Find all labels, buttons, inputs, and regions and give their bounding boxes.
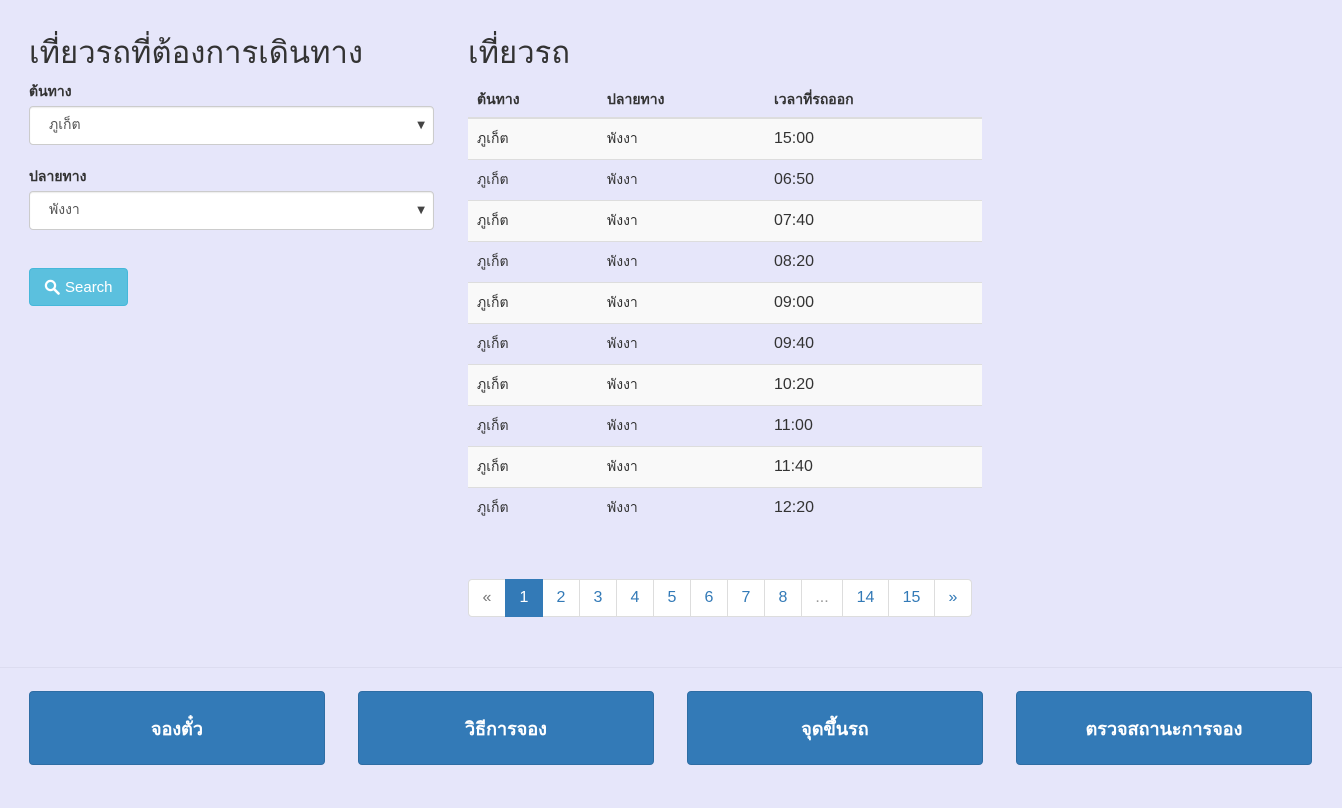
cell-departure-time: 06:50: [765, 158, 982, 200]
cell-origin: ภูเก็ต: [468, 445, 598, 487]
cell-destination: พังงา: [598, 363, 765, 405]
table-row: ภูเก็ต พังงา 09:00: [468, 281, 982, 323]
chevron-down-icon: ▼: [417, 120, 425, 131]
pagination-page-14[interactable]: 14: [842, 579, 889, 617]
trips-table: ต้นทาง ปลายทาง เวลาที่รถออก ภูเก็ต พังงา…: [468, 82, 982, 528]
cell-departure-time: 09:40: [765, 322, 982, 364]
column-header-origin: ต้นทาง: [468, 82, 598, 119]
cell-departure-time: 11:00: [765, 404, 982, 446]
pickup-points-button[interactable]: จุดขึ้นรถ: [687, 691, 983, 765]
table-row: ภูเก็ต พังงา 09:40: [468, 322, 982, 364]
cell-origin: ภูเก็ต: [468, 240, 598, 282]
cell-destination: พังงา: [598, 158, 765, 200]
table-row: ภูเก็ต พังงา 08:20: [468, 240, 982, 282]
search-form: เที่ยวรถที่ต้องการเดินทาง ต้นทาง ภูเก็ต …: [29, 30, 434, 306]
table-row: ภูเก็ต พังงา 12:20: [468, 486, 982, 528]
cell-destination: พังงา: [598, 445, 765, 487]
cell-origin: ภูเก็ต: [468, 281, 598, 323]
table-row: ภูเก็ต พังงา 06:50: [468, 158, 982, 200]
book-ticket-button[interactable]: จองตั๋ว: [29, 691, 325, 765]
pagination-prev-button[interactable]: «: [468, 579, 506, 617]
chevron-down-icon: ▼: [417, 205, 425, 216]
cell-origin: ภูเก็ต: [468, 199, 598, 241]
destination-select-value: พังงา: [49, 202, 80, 218]
cell-destination: พังงา: [607, 130, 638, 147]
pagination-page-15[interactable]: 15: [888, 579, 935, 617]
cell-destination: พังงา: [598, 199, 765, 241]
pagination-page-1[interactable]: 1: [505, 579, 543, 617]
table-row: ภูเก็ต พังงา 10:20: [468, 363, 982, 405]
cell-destination: พังงา: [598, 322, 765, 364]
table-row: ภูเก็ต พังงา 15:00: [468, 118, 982, 159]
destination-select[interactable]: พังงา ▼: [29, 191, 434, 230]
pagination-page-2[interactable]: 2: [542, 579, 580, 617]
cell-destination: พังงา: [598, 404, 765, 446]
table-header-row: ต้นทาง ปลายทาง เวลาที่รถออก: [468, 82, 982, 119]
cell-departure-time: 15:00: [774, 129, 815, 147]
search-icon: [44, 279, 60, 295]
pagination-page-5[interactable]: 5: [653, 579, 691, 617]
trips-title: เที่ยวรถ: [468, 35, 571, 71]
destination-label: ปลายทาง: [29, 169, 87, 185]
origin-select[interactable]: ภูเก็ต ▼: [29, 106, 434, 145]
pagination-page-3[interactable]: 3: [579, 579, 617, 617]
check-booking-status-button[interactable]: ตรวจสถานะการจอง: [1016, 691, 1312, 765]
pagination-page-8[interactable]: 8: [764, 579, 802, 617]
search-heading: เที่ยวรถที่ต้องการเดินทาง: [29, 35, 364, 71]
column-header-departure-time: เวลาที่รถออก: [765, 82, 982, 119]
cell-destination: พังงา: [598, 486, 765, 528]
search-button[interactable]: Search: [29, 268, 128, 306]
page: เที่ยวรถที่ต้องการเดินทาง ต้นทาง ภูเก็ต …: [0, 0, 1342, 808]
cell-departure-time: 10:20: [765, 363, 982, 405]
pagination-next-button[interactable]: »: [934, 579, 972, 617]
cell-departure-time: 11:40: [765, 445, 982, 487]
cell-origin: ภูเก็ต: [477, 130, 509, 147]
pagination-ellipsis: ...: [801, 579, 843, 617]
table-row: ภูเก็ต พังงา 11:00: [468, 404, 982, 446]
table-row: ภูเก็ต พังงา 11:40: [468, 445, 982, 487]
pagination-page-4[interactable]: 4: [616, 579, 654, 617]
table-row: ภูเก็ต พังงา 07:40: [468, 199, 982, 241]
cell-origin: ภูเก็ต: [468, 404, 598, 446]
cell-departure-time: 12:20: [765, 486, 982, 528]
cell-destination: พังงา: [598, 240, 765, 282]
pagination-page-6[interactable]: 6: [690, 579, 728, 617]
pagination: « 1 2 3 4 5 6 7 8 ... 14 15 »: [468, 579, 972, 617]
trips-section: เที่ยวรถ ต้นทาง ปลายทาง เวลาที่รถออก ภูเ…: [468, 30, 982, 528]
footer-divider: [0, 667, 1342, 668]
cell-origin: ภูเก็ต: [468, 363, 598, 405]
how-to-book-button[interactable]: วิธีการจอง: [358, 691, 654, 765]
column-header-destination: ปลายทาง: [598, 82, 765, 119]
cell-origin: ภูเก็ต: [468, 322, 598, 364]
cell-departure-time: 07:40: [765, 199, 982, 241]
pagination-page-7[interactable]: 7: [727, 579, 765, 617]
cell-origin: ภูเก็ต: [468, 158, 598, 200]
search-button-label: Search: [65, 278, 113, 296]
cell-origin: ภูเก็ต: [468, 486, 598, 528]
cell-destination: พังงา: [598, 281, 765, 323]
origin-select-value: ภูเก็ต: [49, 117, 81, 133]
cell-departure-time: 09:00: [765, 281, 982, 323]
cell-departure-time: 08:20: [765, 240, 982, 282]
origin-label: ต้นทาง: [29, 84, 72, 100]
